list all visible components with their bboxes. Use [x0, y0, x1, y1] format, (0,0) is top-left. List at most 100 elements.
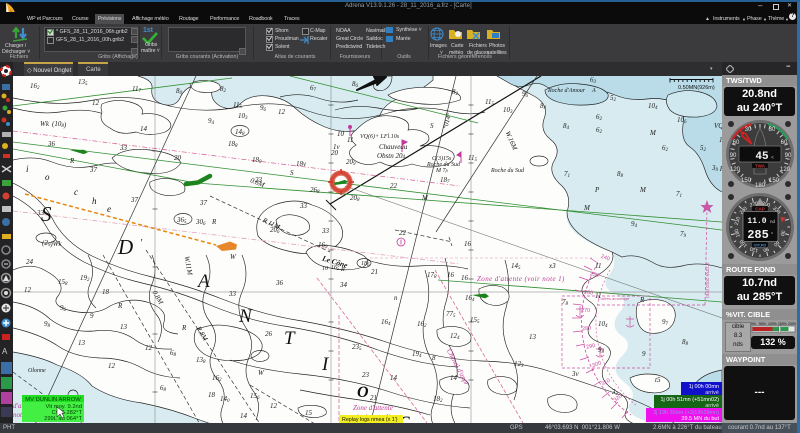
svg-text:37: 37	[130, 196, 139, 204]
svg-text:R: R	[117, 302, 123, 310]
svg-text:R: R	[211, 218, 217, 226]
svg-text:N: N	[238, 306, 253, 327]
svg-text:39.5 MN du but: 39.5 MN du but	[681, 416, 719, 422]
svg-text:8: 8	[432, 354, 436, 362]
svg-text:33: 33	[36, 209, 45, 217]
svg-text:60: 60	[733, 140, 740, 146]
svg-text:23: 23	[362, 371, 370, 379]
svg-text:280: 280	[582, 325, 592, 332]
svg-text:33: 33	[228, 290, 237, 298]
svg-text:18: 18	[208, 391, 216, 399]
svg-text:14: 14	[450, 374, 458, 382]
svg-text:12: 12	[108, 362, 116, 370]
svg-text:36: 36	[275, 279, 284, 287]
svg-text:150: 150	[741, 178, 752, 184]
svg-text:12: 12	[24, 286, 32, 294]
svg-text:30: 30	[745, 127, 752, 133]
svg-text:30: 30	[769, 127, 776, 133]
svg-text:MV DUNLIN ARROW: MV DUNLIN ARROW	[25, 397, 81, 403]
svg-text:R: R	[181, 324, 187, 332]
svg-text:O: O	[357, 384, 369, 401]
svg-text:(108): (108)	[52, 120, 67, 129]
svg-text:10: 10	[322, 266, 328, 272]
svg-text:VQ: VQ	[714, 122, 722, 130]
svg-text:11.0: 11.0	[747, 217, 766, 226]
svg-text:VQ(6)+ LFl.10s: VQ(6)+ LFl.10s	[360, 133, 400, 140]
svg-text:33: 33	[119, 144, 128, 152]
svg-text:285: 285	[747, 228, 769, 242]
svg-text:22: 22	[390, 182, 398, 190]
svg-text:11: 11	[347, 136, 353, 144]
svg-text:12: 12	[145, 344, 153, 352]
svg-text:20: 20	[331, 149, 339, 157]
svg-text:15: 15	[305, 409, 313, 417]
svg-text:R: R	[340, 267, 345, 273]
svg-text:°: °	[771, 232, 773, 238]
svg-text:Obstn 204: Obstn 204	[377, 152, 405, 160]
svg-text:11: 11	[595, 292, 601, 300]
svg-text:16: 16	[447, 271, 455, 279]
svg-text:o: o	[45, 172, 50, 182]
svg-text:M: M	[639, 186, 647, 194]
svg-text:0.50MN(926m): 0.50MN(926m)	[678, 85, 715, 91]
svg-text:13: 13	[120, 323, 128, 331]
svg-text:˂: ˂	[771, 155, 774, 161]
svg-text:Roche d'Amour: Roche d'Amour	[547, 88, 586, 94]
svg-text:33: 33	[321, 227, 330, 235]
svg-text:24: 24	[26, 258, 34, 266]
svg-text:200%: 200%	[788, 322, 796, 326]
svg-text:R: R	[69, 157, 75, 165]
svg-text:150: 150	[769, 178, 780, 184]
svg-text:90: 90	[730, 153, 737, 159]
svg-text:180: 180	[755, 183, 766, 189]
svg-text:0%: 0%	[751, 322, 756, 326]
svg-text:9: 9	[642, 350, 646, 358]
svg-text:14: 14	[140, 125, 148, 133]
svg-text:60: 60	[781, 140, 788, 146]
svg-text:TWA: TWA	[755, 164, 766, 169]
svg-text:21: 21	[371, 268, 378, 276]
svg-text:nd: nd	[770, 219, 776, 224]
svg-text:c: c	[74, 187, 78, 197]
svg-text:13: 13	[78, 339, 86, 347]
svg-text:50%: 50%	[759, 322, 766, 326]
svg-text:M: M	[649, 129, 657, 137]
svg-text:20: 20	[174, 154, 182, 162]
svg-text:16: 16	[464, 240, 472, 248]
svg-text:12: 12	[278, 108, 286, 116]
svg-text:S: S	[290, 169, 294, 177]
svg-text:16: 16	[461, 274, 469, 282]
svg-text:14: 14	[240, 412, 248, 420]
svg-text:A: A	[196, 271, 210, 292]
svg-text:9: 9	[90, 312, 94, 320]
svg-text:33: 33	[299, 202, 308, 210]
svg-text:14: 14	[390, 374, 398, 382]
svg-text:11: 11	[595, 262, 601, 270]
svg-text:13: 13	[529, 333, 537, 341]
svg-text:37: 37	[89, 166, 98, 174]
svg-text:18: 18	[102, 288, 110, 296]
svg-text:C(3)15s: C(3)15s	[432, 155, 452, 162]
svg-text:T: T	[284, 328, 296, 349]
svg-text:Coffres amarrage: Coffres amarrage	[598, 296, 630, 301]
svg-text:h: h	[92, 196, 97, 206]
svg-text:18v: 18v	[296, 160, 307, 168]
svg-text:A: A	[2, 347, 8, 356]
svg-text:D: D	[117, 235, 133, 259]
svg-text:e: e	[107, 204, 111, 214]
svg-text:(29)Wk: (29)Wk	[42, 239, 63, 248]
svg-text:100%: 100%	[768, 322, 777, 326]
svg-text:260: 260	[584, 290, 594, 297]
svg-text:34: 34	[339, 281, 348, 289]
svg-text:3v: 3v	[571, 370, 580, 378]
svg-text:Roche du Sud: Roche du Sud	[490, 168, 525, 174]
svg-text:45: 45	[755, 151, 769, 163]
svg-text:22: 22	[399, 229, 407, 237]
svg-text:120: 120	[730, 167, 741, 173]
svg-text:120: 120	[780, 167, 791, 173]
svg-text:1°23'W 2010 (8'E): 1°23'W 2010 (8'E)	[705, 262, 710, 299]
svg-text:26: 26	[265, 330, 273, 338]
svg-text:CAP: CAP	[755, 207, 765, 212]
svg-text:VIT.FD: VIT.FD	[754, 243, 766, 248]
svg-text:t5: t5	[655, 376, 661, 384]
